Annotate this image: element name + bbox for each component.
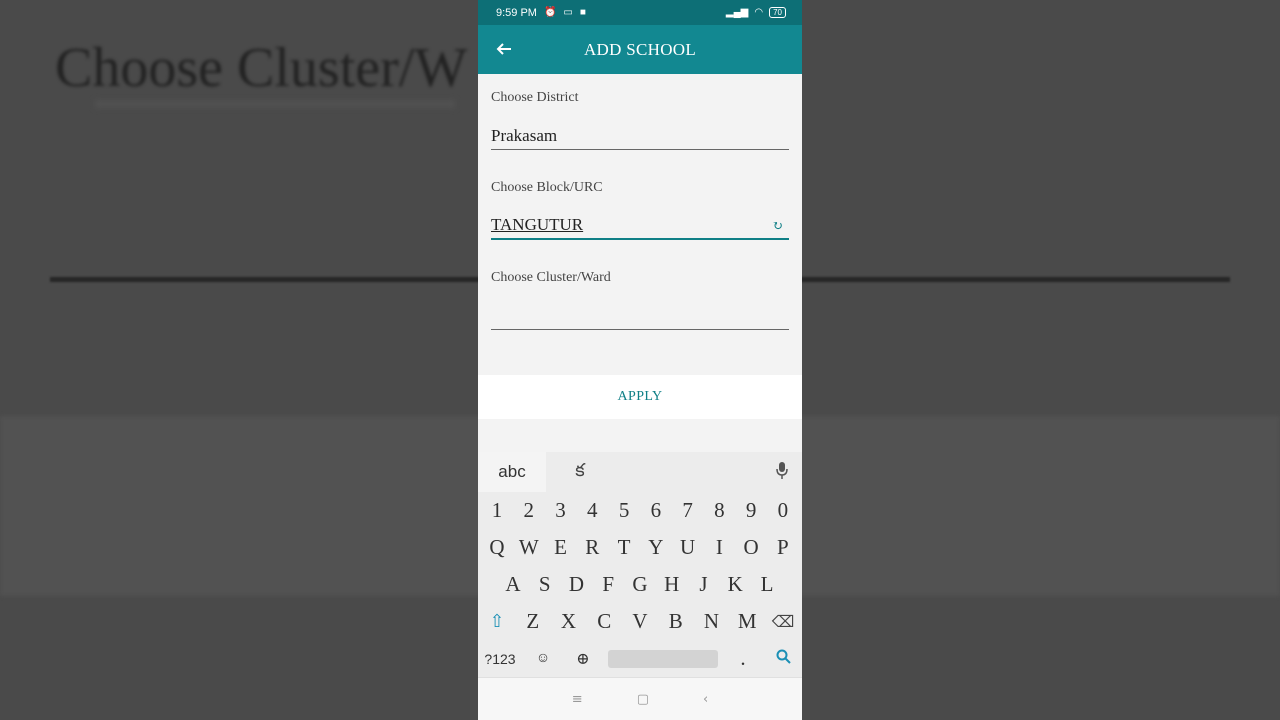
apply-button[interactable]: APPLY xyxy=(618,389,663,405)
keyboard-notification-icon: ▭ xyxy=(563,6,573,18)
globe-icon[interactable]: ⊕ xyxy=(568,649,598,669)
key-a[interactable]: A xyxy=(498,572,528,597)
alarm-icon: ⏰ xyxy=(543,6,557,18)
key-k[interactable]: K xyxy=(720,572,750,597)
key-e[interactable]: E xyxy=(546,535,576,560)
key-s[interactable]: S xyxy=(530,572,560,597)
keyboard-row-2: A S D F G H J K L xyxy=(478,566,802,603)
block-value: TANGUTUR xyxy=(491,215,584,234)
status-time: 9:59 PM xyxy=(496,6,537,19)
key-l[interactable]: L xyxy=(752,572,782,597)
symbols-key[interactable]: ?123 xyxy=(482,651,518,667)
home-icon[interactable]: ▢ xyxy=(637,692,649,707)
key-3[interactable]: 3 xyxy=(546,498,576,523)
district-dropdown[interactable]: Prakasam xyxy=(491,122,789,150)
signal-icon: ▂▄▆ xyxy=(725,6,749,18)
emoji-icon[interactable]: ☺ xyxy=(528,651,558,667)
key-f[interactable]: F xyxy=(593,572,623,597)
page-title: ADD SCHOOL xyxy=(583,39,697,59)
system-nav-bar: ≡ ▢ ‹ xyxy=(478,677,802,720)
key-2[interactable]: 2 xyxy=(514,498,544,523)
key-u[interactable]: U xyxy=(673,535,703,560)
keyboard-toolbar: abc క xyxy=(478,452,802,492)
key-h[interactable]: H xyxy=(657,572,687,597)
space-bar[interactable] xyxy=(608,649,718,668)
key-5[interactable]: 5 xyxy=(609,498,639,523)
app-bar: ADD SCHOOL xyxy=(478,25,802,74)
key-q[interactable]: Q xyxy=(482,535,512,560)
refresh-icon[interactable]: ↻ xyxy=(772,218,783,234)
key-w[interactable]: W xyxy=(514,535,544,560)
key-m[interactable]: M xyxy=(732,609,762,634)
key-y[interactable]: Y xyxy=(641,535,671,560)
keyboard-tab-abc[interactable]: abc xyxy=(478,452,546,492)
key-6[interactable]: 6 xyxy=(641,498,671,523)
key-g[interactable]: G xyxy=(625,572,655,597)
key-d[interactable]: D xyxy=(562,572,592,597)
district-label: Choose District xyxy=(491,90,579,105)
key-r[interactable]: R xyxy=(577,535,607,560)
phone-screen: 9:59 PM ⏰ ▭ ■ ▂▄▆ ◠ 70 ADD SCHOOL Choose… xyxy=(478,0,802,720)
key-b[interactable]: B xyxy=(661,609,691,634)
status-bar: 9:59 PM ⏰ ▭ ■ ▂▄▆ ◠ 70 xyxy=(478,0,802,25)
key-o[interactable]: O xyxy=(736,535,766,560)
block-label: Choose Block/URC xyxy=(491,180,603,195)
battery-icon: 70 xyxy=(769,7,786,18)
key-8[interactable]: 8 xyxy=(704,498,734,523)
backspace-icon[interactable]: ⌫ xyxy=(768,612,798,632)
key-p[interactable]: P xyxy=(768,535,798,560)
cluster-label: Choose Cluster/Ward xyxy=(491,270,611,285)
back-nav-icon[interactable]: ‹ xyxy=(703,692,708,707)
key-0[interactable]: 0 xyxy=(768,498,798,523)
shift-icon[interactable]: ⇧ xyxy=(482,611,512,632)
microphone-icon[interactable] xyxy=(776,462,788,484)
key-x[interactable]: X xyxy=(554,609,584,634)
background-subtitle-blur xyxy=(95,100,455,108)
menu-icon[interactable]: ≡ xyxy=(572,692,583,707)
key-9[interactable]: 9 xyxy=(736,498,766,523)
cluster-dropdown[interactable] xyxy=(491,302,789,330)
keyboard-tab-telugu[interactable]: క xyxy=(546,452,614,492)
search-icon[interactable] xyxy=(768,649,798,669)
background-title: Choose Cluster/W xyxy=(55,37,468,99)
video-camera-icon: ■ xyxy=(579,6,586,18)
key-7[interactable]: 7 xyxy=(673,498,703,523)
key-c[interactable]: C xyxy=(589,609,619,634)
key-i[interactable]: I xyxy=(704,535,734,560)
key-n[interactable]: N xyxy=(697,609,727,634)
filter-form: Choose District Prakasam Choose Block/UR… xyxy=(478,90,802,330)
soft-keyboard: abc క 1 2 3 4 5 6 7 8 9 0 Q W E R T Y U … xyxy=(478,452,802,677)
key-z[interactable]: Z xyxy=(518,609,548,634)
key-t[interactable]: T xyxy=(609,535,639,560)
key-v[interactable]: V xyxy=(625,609,655,634)
block-input[interactable]: TANGUTUR ↻ xyxy=(491,212,789,240)
apply-bar: APPLY xyxy=(478,375,802,419)
keyboard-row-numbers: 1 2 3 4 5 6 7 8 9 0 xyxy=(478,492,802,529)
keyboard-row-1: Q W E R T Y U I O P xyxy=(478,529,802,566)
key-1[interactable]: 1 xyxy=(482,498,512,523)
key-j[interactable]: J xyxy=(689,572,719,597)
keyboard-row-3: ⇧ Z X C V B N M ⌫ xyxy=(478,603,802,640)
wifi-icon: ◠ xyxy=(754,6,764,18)
district-value: Prakasam xyxy=(491,125,558,145)
back-arrow-icon[interactable] xyxy=(492,37,516,61)
key-4[interactable]: 4 xyxy=(577,498,607,523)
key-period[interactable]: . xyxy=(728,646,758,671)
keyboard-row-bottom: ?123 ☺ ⊕ . xyxy=(478,640,802,677)
